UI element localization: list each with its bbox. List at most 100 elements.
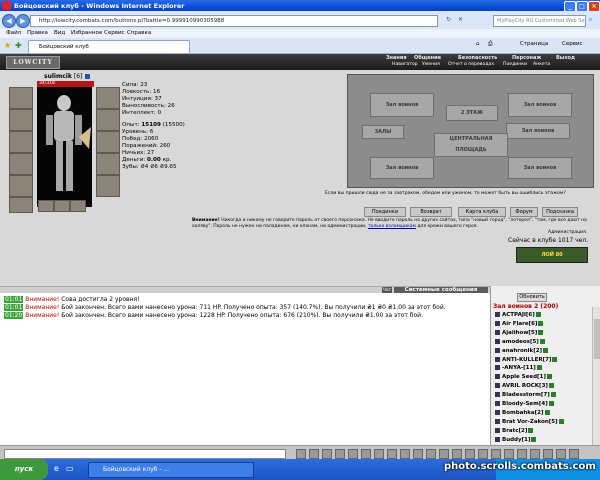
print-icon[interactable]: ⎙ bbox=[488, 41, 492, 48]
hackers-link[interactable]: только взломщикам bbox=[368, 224, 416, 229]
belt-slot[interactable] bbox=[9, 175, 33, 197]
stop-icon[interactable]: ✕ bbox=[456, 15, 465, 25]
chat-tool-icon[interactable] bbox=[361, 449, 371, 459]
player-info-icon[interactable] bbox=[548, 383, 554, 389]
info-icon[interactable] bbox=[84, 74, 90, 79]
player-info-icon[interactable] bbox=[550, 392, 556, 398]
shield-slot[interactable] bbox=[96, 131, 120, 153]
nav-transfers[interactable]: Отчет о переводах bbox=[448, 62, 494, 67]
gloves-slot[interactable] bbox=[9, 131, 33, 153]
player-info-icon[interactable] bbox=[543, 347, 549, 353]
player-entry[interactable]: Bratc[2] bbox=[495, 427, 534, 434]
player-entry[interactable]: ANTI-KULLER[7] bbox=[495, 356, 558, 363]
map-floor-2[interactable]: 2 ЭТАЖ bbox=[446, 105, 498, 121]
player-entry[interactable]: -ANYA-[11] bbox=[495, 365, 542, 371]
chat-tool-icon[interactable] bbox=[543, 449, 553, 459]
room-scrollbar[interactable] bbox=[592, 307, 600, 445]
nav-exit[interactable]: Выход bbox=[556, 55, 575, 61]
taskbar-item-ie[interactable]: Бойцовский клуб - ... bbox=[88, 462, 254, 478]
quicklaunch-desktop-icon[interactable]: ▭ bbox=[66, 464, 74, 473]
map-room-warriors-4[interactable]: Зал воинов bbox=[370, 157, 434, 179]
player-entry[interactable]: amodeos[5] bbox=[495, 338, 545, 345]
chat-tool-icon[interactable] bbox=[387, 449, 397, 459]
scroll-thumb[interactable] bbox=[594, 319, 600, 359]
rune-slot[interactable] bbox=[9, 197, 33, 213]
player-info-icon[interactable] bbox=[558, 418, 564, 424]
chat-tool-icon[interactable] bbox=[556, 449, 566, 459]
player-info-icon[interactable] bbox=[531, 436, 537, 442]
return-button[interactable]: Возврат bbox=[410, 207, 452, 217]
player-entry[interactable]: anahronik[2] bbox=[495, 347, 549, 354]
ring-slot-2[interactable] bbox=[54, 200, 70, 212]
nav-navigator[interactable]: Навигатор bbox=[392, 62, 418, 67]
back-icon[interactable]: ◀ bbox=[2, 14, 16, 28]
refresh-icon[interactable]: ↻ bbox=[444, 15, 453, 25]
tab-game[interactable]: Бойцовский клуб bbox=[28, 40, 190, 53]
amulet-slot[interactable] bbox=[96, 109, 120, 131]
club-map-button[interactable]: Карта клуба bbox=[458, 207, 506, 217]
start-button[interactable]: пуск bbox=[0, 459, 48, 480]
search-icon[interactable]: ⌕ bbox=[586, 15, 595, 25]
chat-tool-icon[interactable] bbox=[296, 449, 306, 459]
add-favorite-icon[interactable]: ✚ bbox=[15, 41, 22, 50]
chat-tool-icon[interactable] bbox=[569, 449, 579, 459]
page-menu[interactable]: Страница bbox=[520, 41, 548, 47]
player-info-icon[interactable] bbox=[548, 401, 554, 406]
chat-tool-icon[interactable] bbox=[465, 449, 475, 459]
nav-profile[interactable]: Анкета bbox=[533, 62, 550, 67]
menu-file[interactable]: Файл bbox=[6, 30, 21, 36]
url-input[interactable]: http://lowcity.combats.com/buttons.pl?ba… bbox=[30, 15, 438, 27]
player-info-icon[interactable] bbox=[538, 320, 544, 326]
chat-tool-icon[interactable] bbox=[517, 449, 527, 459]
player-entry[interactable]: Apple Seed[1] bbox=[495, 374, 552, 380]
map-central-square[interactable]: ЦЕНТРАЛЬНАЯ ПЛОЩАДЬ bbox=[434, 133, 508, 157]
chat-tool-icon[interactable] bbox=[413, 449, 423, 459]
nav-communication[interactable]: Общение bbox=[414, 55, 441, 61]
character-name[interactable]: sulimcik [6] bbox=[44, 73, 90, 80]
ring-slot-1[interactable] bbox=[38, 200, 54, 212]
player-info-icon[interactable] bbox=[528, 427, 534, 433]
weapon-slot[interactable] bbox=[9, 109, 33, 131]
refresh-button[interactable]: Обновить bbox=[517, 293, 547, 302]
menu-view[interactable]: Вид bbox=[54, 30, 65, 36]
chat-tool-icon[interactable] bbox=[348, 449, 358, 459]
nav-skills[interactable]: Умения bbox=[422, 62, 440, 67]
chat-input[interactable] bbox=[4, 449, 286, 459]
menu-help[interactable]: Справка bbox=[127, 30, 151, 36]
menu-favorites[interactable]: Избранное bbox=[71, 30, 102, 36]
armor-slot[interactable] bbox=[9, 153, 33, 175]
player-info-icon[interactable] bbox=[544, 409, 550, 415]
forum-button[interactable]: Форум bbox=[510, 207, 538, 217]
chat-tool-icon[interactable] bbox=[335, 449, 345, 459]
boots-slot[interactable] bbox=[96, 175, 120, 197]
quicklaunch-ie-icon[interactable]: e bbox=[54, 464, 59, 473]
map-halls[interactable]: ЗАЛЫ bbox=[362, 125, 404, 139]
chat-tool-icon[interactable] bbox=[374, 449, 384, 459]
chat-tool-icon[interactable] bbox=[400, 449, 410, 459]
player-entry[interactable]: ACTPAJI[6] bbox=[495, 312, 541, 318]
map-room-warriors-1[interactable]: Зал воинов bbox=[370, 93, 434, 117]
forward-icon[interactable]: ▶ bbox=[16, 14, 30, 28]
chat-tool-icon[interactable] bbox=[322, 449, 332, 459]
nav-character[interactable]: Персонаж bbox=[512, 55, 541, 61]
map-room-warriors-2[interactable]: Зал воинов bbox=[508, 93, 572, 117]
player-entry[interactable]: Bloody-Sem[4] bbox=[495, 401, 554, 407]
ring-slot-3[interactable] bbox=[70, 200, 86, 212]
map-room-warriors-5[interactable]: Зал воинов bbox=[508, 157, 572, 179]
chat-tool-icon[interactable] bbox=[478, 449, 488, 459]
player-entry[interactable]: AVRIL ROCK[3] bbox=[495, 383, 554, 389]
map-room-warriors-3[interactable]: Зал воинов bbox=[506, 123, 570, 139]
menu-edit[interactable]: Правка bbox=[27, 30, 48, 36]
player-entry[interactable]: Buddy[1] bbox=[495, 436, 537, 443]
chat-tool-icon[interactable] bbox=[491, 449, 501, 459]
chat-tool-icon[interactable] bbox=[504, 449, 514, 459]
nav-knowledge[interactable]: Знания bbox=[386, 55, 407, 61]
chat-tool-icon[interactable] bbox=[309, 449, 319, 459]
chat-tool-icon[interactable] bbox=[426, 449, 436, 459]
chat-tool-icon[interactable] bbox=[439, 449, 449, 459]
favorites-star-icon[interactable]: ★ bbox=[4, 41, 11, 50]
player-entry[interactable]: Bombahka[2] bbox=[495, 409, 550, 416]
player-info-icon[interactable] bbox=[539, 338, 545, 344]
battles-button[interactable]: Поединки bbox=[364, 207, 406, 217]
player-info-icon[interactable] bbox=[536, 365, 542, 371]
